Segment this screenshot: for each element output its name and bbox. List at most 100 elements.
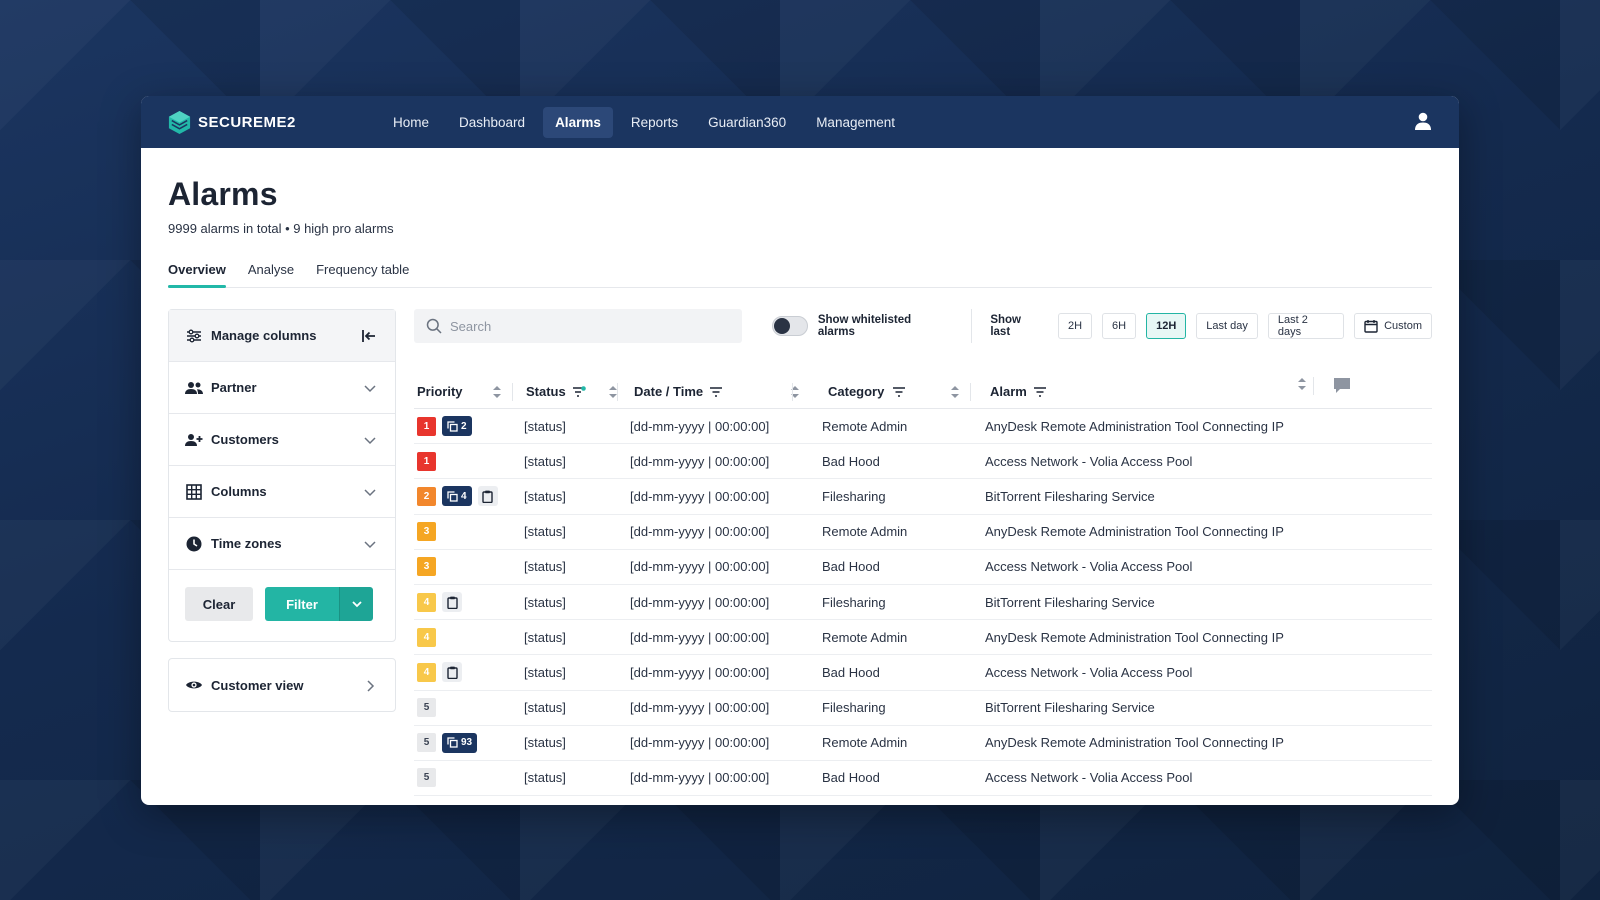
- range-2h-button[interactable]: 2H: [1057, 313, 1093, 339]
- range-6h-button[interactable]: 6H: [1102, 313, 1137, 339]
- nav-item-alarms[interactable]: Alarms: [543, 106, 613, 138]
- manage-columns-label: Manage columns: [211, 328, 317, 343]
- show-last-label: Show last: [990, 314, 1021, 338]
- datetime-cell: [dd-mm-yyyy | 00:00:00]: [630, 770, 770, 786]
- column-header-status[interactable]: Status: [524, 375, 630, 408]
- table-row[interactable]: 1 2 [status] [dd-mm-yyyy | 00:00:00] Remote …: [414, 409, 1432, 445]
- datetime-cell: [dd-mm-yyyy | 00:00:00]: [630, 488, 770, 504]
- priority-badge: 3: [417, 522, 436, 542]
- page-title: Alarms: [168, 176, 278, 212]
- status-cell: [status]: [524, 559, 566, 575]
- datetime-cell: [dd-mm-yyyy | 00:00:00]: [630, 418, 770, 434]
- comment-icon[interactable]: [1333, 377, 1351, 395]
- alarm-cell: Access Network - Volia Access Pool: [985, 770, 1193, 786]
- nav-item-management[interactable]: Management: [804, 107, 907, 138]
- filter-section-columns[interactable]: Columns: [169, 466, 395, 518]
- table-header: Priority Status Date / Time Category Ala…: [414, 375, 1432, 409]
- duplicates-count: 4: [461, 490, 467, 502]
- status-cell: [status]: [524, 700, 566, 716]
- column-header-label: Status: [526, 384, 566, 399]
- alarm-cell: AnyDesk Remote Administration Tool Conne…: [985, 629, 1284, 645]
- duplicates-badge[interactable]: 2: [442, 416, 472, 437]
- datetime-cell: [dd-mm-yyyy | 00:00:00]: [630, 735, 770, 751]
- table-row[interactable]: 4 [status] [dd-mm-yyyy | 00:00:00] Bad Hood…: [414, 655, 1432, 691]
- clipboard-icon[interactable]: [442, 662, 462, 683]
- search-input[interactable]: [450, 318, 710, 334]
- range-custom-button[interactable]: Custom: [1354, 313, 1433, 339]
- brand-logo[interactable]: SECUREME2: [167, 110, 379, 135]
- filter-icon[interactable]: [1033, 386, 1047, 398]
- column-header-alarm[interactable]: Alarm: [985, 375, 1425, 408]
- status-cell: [status]: [524, 418, 566, 434]
- clear-button[interactable]: Clear: [185, 587, 253, 621]
- sort-icon[interactable]: [492, 385, 502, 399]
- table-row[interactable]: 4 [status] [dd-mm-yyyy | 00:00:00] Fileshar…: [414, 585, 1432, 621]
- manage-columns-header[interactable]: Manage columns: [169, 310, 395, 362]
- priority-badge: 4: [417, 592, 436, 612]
- filter-section-customers[interactable]: Customers: [169, 414, 395, 466]
- datetime-cell: [dd-mm-yyyy | 00:00:00]: [630, 664, 770, 680]
- table-row[interactable]: 1 [status] [dd-mm-yyyy | 00:00:00] Bad Hood…: [414, 444, 1432, 480]
- table-row[interactable]: 2 4 [status] [dd-mm-yyyy | 00:00:00] Filesha…: [414, 479, 1432, 515]
- table-row[interactable]: 5 [status] [dd-mm-yyyy | 00:00:00] Fileshar…: [414, 691, 1432, 726]
- column-header-label: Date / Time: [634, 384, 704, 399]
- priority-cell: 1: [414, 451, 524, 471]
- sort-icon[interactable]: [950, 385, 960, 399]
- tab-overview[interactable]: Overview: [168, 258, 226, 288]
- alarm-cell: Access Network - Volia Access Pool: [985, 453, 1193, 469]
- alarm-cell: AnyDesk Remote Administration Tool Conne…: [985, 418, 1284, 434]
- clock-icon: [185, 535, 203, 553]
- nav-item-home[interactable]: Home: [381, 107, 441, 138]
- table-row[interactable]: 3 [status] [dd-mm-yyyy | 00:00:00] Remote A…: [414, 515, 1432, 550]
- alarms-table: Priority Status Date / Time Category Ala…: [414, 375, 1432, 797]
- table-row[interactable]: 4 [status] [dd-mm-yyyy | 00:00:00] Remote A…: [414, 620, 1432, 656]
- nav-item-reports[interactable]: Reports: [619, 107, 690, 138]
- status-cell: [status]: [524, 664, 566, 680]
- users-icon: [185, 379, 203, 397]
- tab-frequency-table[interactable]: Frequency table: [316, 258, 409, 287]
- filter-section-partner[interactable]: Partner: [169, 362, 395, 414]
- sort-icon[interactable]: [1297, 377, 1307, 391]
- column-header-datetime[interactable]: Date / Time: [630, 375, 822, 408]
- nav-item-dashboard[interactable]: Dashboard: [447, 107, 537, 138]
- brand-name: SECUREME2: [198, 113, 296, 131]
- filter-dropdown-button[interactable]: [339, 587, 373, 621]
- customer-view-link[interactable]: Customer view: [168, 658, 396, 712]
- column-divider: [1313, 377, 1314, 395]
- category-cell: Filesharing: [822, 488, 886, 504]
- toggle-knob: [773, 318, 790, 334]
- whitelist-toggle[interactable]: [771, 316, 808, 336]
- filter-section-label: Time zones: [211, 536, 282, 551]
- clipboard-icon[interactable]: [442, 592, 462, 613]
- datetime-cell: [dd-mm-yyyy | 00:00:00]: [630, 700, 770, 716]
- table-row[interactable]: 5 93 [status] [dd-mm-yyyy | 00:00:00] Remote…: [414, 726, 1432, 761]
- priority-badge: 2: [417, 486, 436, 506]
- status-cell: [status]: [524, 524, 566, 540]
- duplicates-badge[interactable]: 4: [442, 486, 472, 507]
- column-header-category[interactable]: Category: [822, 375, 985, 408]
- copy-icon: [447, 420, 458, 432]
- column-header-label: Category: [828, 384, 885, 399]
- alarm-cell: Access Network - Volia Access Pool: [985, 559, 1193, 575]
- filter-button[interactable]: Filter: [265, 587, 339, 621]
- tab-analyse[interactable]: Analyse: [248, 258, 294, 287]
- range-last-2-days-button[interactable]: Last 2 days: [1267, 313, 1345, 339]
- column-divider: [970, 383, 971, 401]
- column-header-priority[interactable]: Priority: [414, 375, 524, 408]
- duplicates-badge[interactable]: 93: [442, 732, 478, 753]
- status-cell: [status]: [524, 735, 566, 751]
- collapse-sidebar-icon[interactable]: [361, 328, 377, 344]
- table-row[interactable]: 3 [status] [dd-mm-yyyy | 00:00:00] Bad Hood…: [414, 550, 1432, 585]
- filter-section-time-zones[interactable]: Time zones: [169, 518, 395, 570]
- filter-icon[interactable]: [892, 386, 906, 398]
- user-icon[interactable]: [1413, 111, 1433, 131]
- filter-icon[interactable]: [709, 386, 723, 398]
- chevron-down-icon: [364, 489, 376, 497]
- range-12h-button[interactable]: 12H: [1146, 313, 1187, 339]
- filter-active-icon[interactable]: [572, 385, 586, 398]
- range-last-day-button[interactable]: Last day: [1196, 313, 1258, 339]
- nav-item-guardian360[interactable]: Guardian360: [696, 107, 798, 138]
- table-row[interactable]: 5 [status] [dd-mm-yyyy | 00:00:00] Bad Hood…: [414, 761, 1432, 797]
- category-cell: Remote Admin: [822, 524, 908, 540]
- clipboard-icon[interactable]: [477, 486, 498, 507]
